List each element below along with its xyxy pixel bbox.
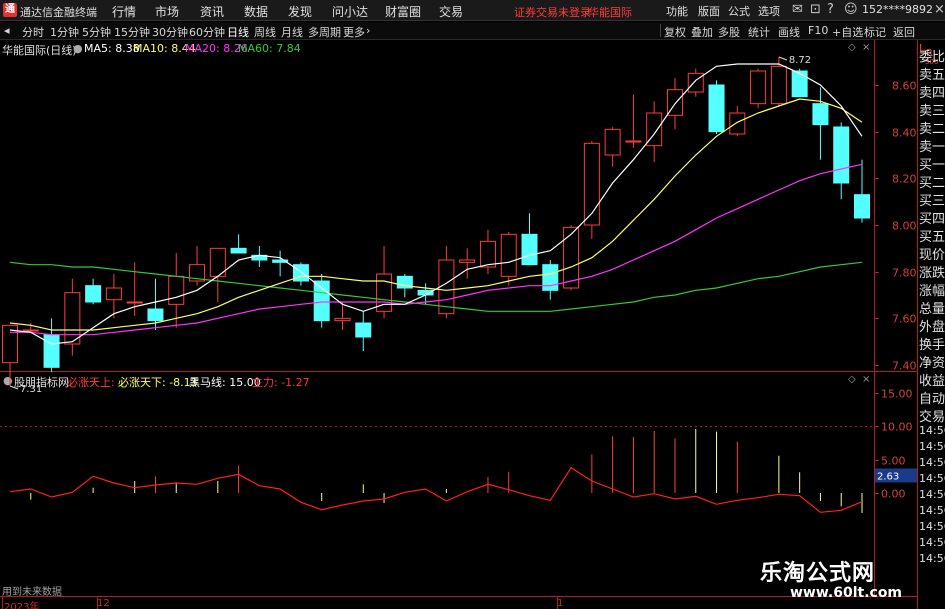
panel-buy5[interactable]: 买五	[919, 226, 945, 245]
price-label: 7.80	[892, 267, 917, 280]
ma20-line	[10, 163, 863, 336]
sub-axis-label: 15.00	[881, 388, 913, 401]
sub-axis-label: 0.00	[881, 488, 906, 501]
tick-time: 14:56	[919, 520, 945, 533]
tick-time: 14:56	[919, 488, 945, 501]
candle-body-up	[459, 259, 476, 263]
panel-sell3[interactable]: 卖三	[919, 100, 945, 119]
quote-side-panel: L R 300 委比 卖五 卖四 卖三 卖二 卖一 买一 买二 买三 买四 买五…	[918, 40, 945, 609]
sub-axis-label: 5.00	[881, 455, 906, 468]
candle-body-up	[729, 112, 746, 135]
panel-change[interactable]: 涨跌	[919, 262, 945, 281]
candle-body-up	[563, 226, 580, 289]
panel-sell4[interactable]: 卖四	[919, 82, 945, 101]
price-label: 7.60	[892, 313, 917, 326]
candle-body-up	[750, 70, 767, 105]
panel-earnings[interactable]: 收益	[919, 370, 945, 389]
candle-body-down	[230, 247, 247, 254]
indicator-line	[9, 466, 863, 513]
candle-body-down	[791, 70, 808, 98]
candle-body-down	[521, 233, 538, 266]
panel-buy2[interactable]: 买二	[919, 172, 945, 191]
candle-body-down	[854, 194, 870, 219]
price-label: 8.40	[892, 127, 917, 140]
candle-body-down	[812, 103, 829, 126]
low-marker-label: 7.31	[20, 384, 42, 395]
candle-body-up	[126, 301, 143, 304]
ma60-line	[9, 261, 863, 312]
candle-body-up	[479, 240, 496, 268]
panel-sell2[interactable]: 卖二	[919, 118, 945, 137]
future-data-note: 用到未来数据	[2, 587, 62, 598]
candle-body-up	[604, 128, 621, 156]
tick-time: 14:56	[919, 504, 945, 517]
panel-weibi[interactable]: 委比	[919, 46, 945, 65]
panel-outer-disk[interactable]: 外盘	[919, 316, 945, 335]
candle-body-down	[355, 322, 372, 338]
tick-time: 14:56	[919, 440, 945, 453]
panel-price[interactable]: 现价	[919, 244, 945, 263]
panel-buy1[interactable]: 买一	[919, 154, 945, 173]
candle-body-down	[708, 84, 725, 133]
sub-axis-label: 10.00	[881, 421, 913, 434]
watermark-title: 乐淘公式网	[760, 561, 876, 586]
price-label: 8.20	[892, 173, 917, 186]
candle-body-down	[313, 280, 330, 322]
candle-body-up	[168, 275, 185, 305]
candle-body-up	[64, 292, 81, 345]
panel-change-pct[interactable]: 涨幅	[919, 280, 945, 299]
panel-buy4[interactable]: 买四	[919, 208, 945, 227]
watermark-url: www.60lt.com	[790, 585, 903, 601]
panel-sell1[interactable]: 卖一	[919, 136, 945, 155]
tick-time: 14:56	[919, 424, 945, 437]
candle-body-up	[22, 329, 39, 332]
panel-turnover[interactable]: 换手	[919, 334, 945, 353]
candle-body-up	[105, 287, 122, 301]
x-label-year: 2023年	[4, 602, 40, 609]
panel-auto[interactable]: 自动	[919, 388, 945, 407]
x-label-dec: 12	[97, 598, 110, 609]
panel-sell5[interactable]: 卖五	[919, 64, 945, 83]
candle-body-down	[147, 308, 164, 322]
tick-time: 14:56	[919, 536, 945, 549]
tick-time: 14:56	[919, 472, 945, 485]
candle-body-up	[770, 65, 787, 105]
candle-body-down	[43, 334, 60, 368]
price-label: 8.60	[892, 80, 917, 93]
candle-body-down	[85, 285, 102, 303]
tick-time: 14:56	[919, 552, 945, 565]
high-marker-label: 8.72	[789, 55, 811, 66]
current-value-label: 2.63	[877, 471, 899, 482]
x-label-jan: 1	[557, 598, 564, 609]
price-label: 7.40	[892, 360, 917, 373]
candle-body-down	[833, 126, 850, 184]
tick-time: 14:56	[919, 456, 945, 469]
panel-volume[interactable]: 总量	[919, 298, 945, 317]
panel-trade[interactable]: 交易	[919, 406, 945, 425]
watermark: 乐淘公式网 www.60lt.com	[760, 555, 920, 605]
panel-buy3[interactable]: 买三	[919, 190, 945, 209]
candle-body-down	[542, 264, 559, 291]
panel-net-assets[interactable]: 净资	[919, 352, 945, 371]
chart-canvas[interactable]: 8.608.408.208.007.807.607.408.727.31 15.0…	[0, 0, 945, 609]
candle-body-up	[625, 140, 642, 143]
low-marker-arrow	[9, 385, 19, 390]
price-label: 8.00	[892, 220, 917, 233]
candle-body-up	[334, 317, 351, 322]
high-marker-arrow	[778, 56, 788, 61]
candle-body-up	[500, 233, 517, 277]
